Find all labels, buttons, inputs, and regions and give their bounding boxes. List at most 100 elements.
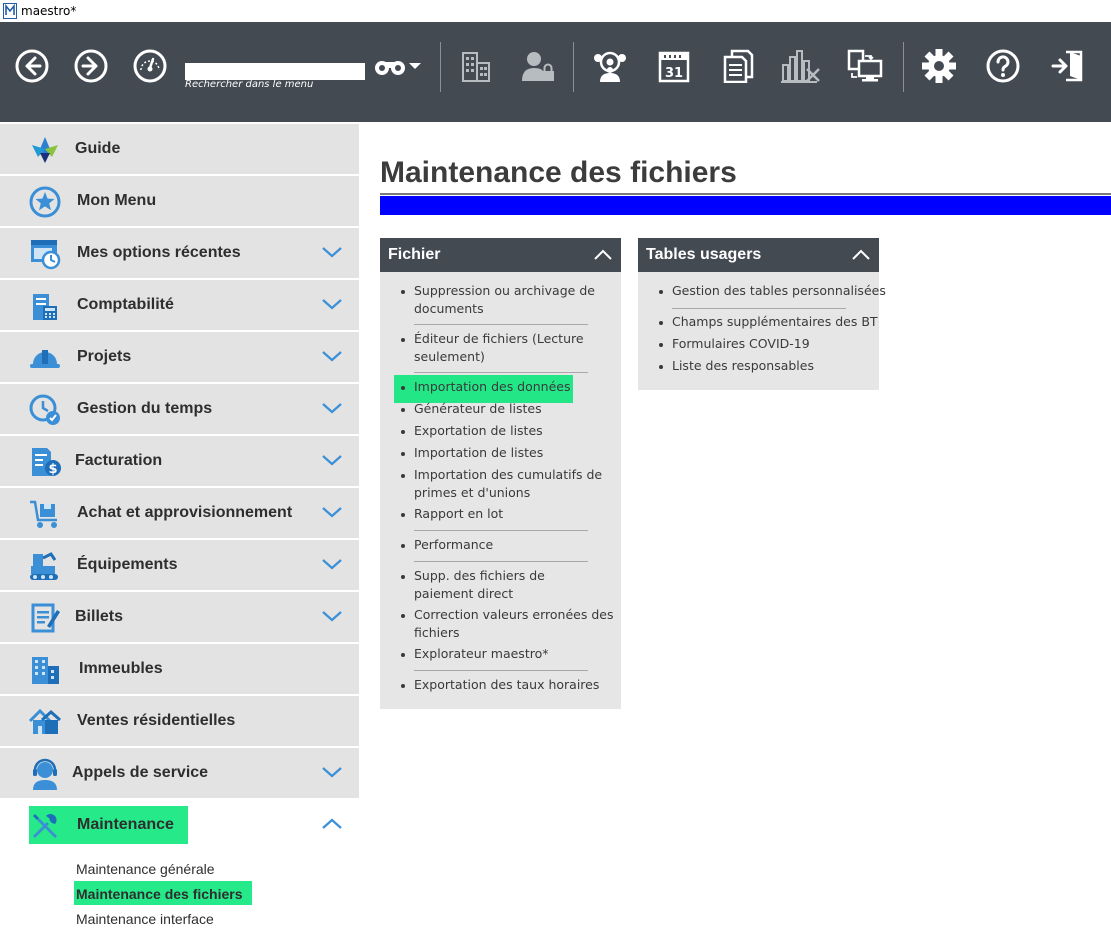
sidebar-item-label: Gestion du temps bbox=[77, 400, 213, 417]
ticket-icon bbox=[28, 602, 62, 634]
sidebar-item-ventes-residentielles[interactable]: Ventes résidentielles bbox=[0, 696, 359, 746]
chevron-down-icon[interactable] bbox=[321, 609, 343, 623]
link-champs-supplementaires[interactable]: Champs supplémentaires des BT bbox=[672, 313, 878, 331]
buildings-icon[interactable] bbox=[456, 46, 496, 86]
calendar-icon[interactable]: 31 bbox=[654, 46, 694, 86]
bullet bbox=[401, 290, 405, 294]
link-exportation-listes[interactable]: Exportation de listes bbox=[414, 422, 604, 440]
chart-icon[interactable] bbox=[781, 46, 821, 86]
link-importation-cumulatifs[interactable]: Importation des cumulatifs de primes et … bbox=[414, 466, 604, 502]
chevron-down-icon[interactable] bbox=[321, 453, 343, 467]
link-formulaires-covid[interactable]: Formulaires COVID-19 bbox=[672, 335, 872, 353]
title-divider bbox=[380, 193, 1111, 195]
link-exportation-taux-horaires[interactable]: Exportation des taux horaires bbox=[414, 676, 604, 694]
sidebar-item-label: Ventes résidentielles bbox=[77, 712, 236, 729]
link-separator bbox=[672, 308, 846, 309]
help-icon[interactable] bbox=[983, 46, 1023, 86]
sidebar-item-projets[interactable]: Projets bbox=[0, 332, 359, 382]
documents-icon[interactable] bbox=[718, 46, 758, 86]
sidebar-item-immeubles[interactable]: Immeubles bbox=[0, 644, 359, 694]
page-title: Maintenance des fichiers bbox=[380, 156, 737, 189]
link-importation-donnees[interactable]: Importation des données bbox=[414, 378, 604, 396]
menu-search: Rechercher dans le menu bbox=[185, 59, 365, 90]
forward-icon[interactable] bbox=[71, 46, 111, 86]
exit-icon[interactable] bbox=[1047, 46, 1087, 86]
link-editeur-fichiers[interactable]: Éditeur de fichiers (Lecture seulement) bbox=[414, 330, 594, 366]
subitem-maintenance-interface[interactable]: Maintenance interface bbox=[76, 911, 214, 927]
back-icon[interactable] bbox=[12, 46, 52, 86]
sidebar-item-label: Billets bbox=[75, 608, 124, 625]
team-icon[interactable] bbox=[590, 46, 630, 86]
link-gestion-tables[interactable]: Gestion des tables personnalisées bbox=[672, 282, 886, 300]
sidebar-item-mon-menu[interactable]: Mon Menu bbox=[0, 176, 359, 226]
subitem-maintenance-fichiers[interactable]: Maintenance des fichiers bbox=[76, 886, 243, 902]
sidebar: Guide Mon Menu Mes options récentes Comp… bbox=[0, 122, 361, 930]
chevron-down-icon[interactable] bbox=[321, 765, 343, 779]
link-separator bbox=[414, 530, 588, 531]
bullet bbox=[659, 321, 663, 325]
chevron-down-icon[interactable] bbox=[321, 297, 343, 311]
sidebar-item-label: Guide bbox=[75, 140, 121, 157]
chevron-down-icon[interactable] bbox=[321, 349, 343, 363]
link-correction-valeurs[interactable]: Correction valeurs erronées des fichiers bbox=[414, 606, 614, 642]
toolbar-separator bbox=[440, 42, 441, 92]
recent-icon bbox=[28, 238, 62, 270]
link-liste-responsables[interactable]: Liste des responsables bbox=[672, 357, 872, 375]
sidebar-item-comptabilite[interactable]: Comptabilité bbox=[0, 280, 359, 330]
bullet bbox=[659, 290, 663, 294]
search-hint: Rechercher dans le menu bbox=[185, 79, 314, 90]
hardhat-icon bbox=[28, 342, 62, 374]
panel-fichier: Fichier Suppression ou archivage de docu… bbox=[380, 238, 621, 709]
window-title: maestro* bbox=[21, 4, 77, 18]
chevron-up-icon[interactable] bbox=[321, 817, 343, 831]
search-input[interactable] bbox=[185, 62, 365, 80]
sidebar-item-label: Projets bbox=[77, 348, 132, 365]
bullet bbox=[401, 575, 405, 579]
svg-text:$: $ bbox=[48, 462, 57, 477]
link-supp-paiement-direct[interactable]: Supp. des fichiers de paiement direct bbox=[414, 567, 604, 603]
bullet bbox=[401, 474, 405, 478]
link-generateur-listes[interactable]: Générateur de listes bbox=[414, 400, 604, 418]
link-separator bbox=[414, 324, 588, 325]
chevron-down-icon[interactable] bbox=[321, 505, 343, 519]
gear-icon[interactable] bbox=[919, 46, 959, 86]
accent-bar bbox=[380, 196, 1111, 215]
bullet bbox=[401, 452, 405, 456]
sidebar-item-gestion-temps[interactable]: Gestion du temps bbox=[0, 384, 359, 434]
link-rapport-lot[interactable]: Rapport en lot bbox=[414, 505, 604, 523]
sidebar-item-equipements[interactable]: Équipements bbox=[0, 540, 359, 590]
sidebar-item-guide[interactable]: Guide bbox=[0, 124, 359, 174]
sidebar-item-facturation[interactable]: $ Facturation bbox=[0, 436, 359, 486]
sidebar-item-label: Mes options récentes bbox=[77, 244, 241, 261]
link-suppression-archivage[interactable]: Suppression ou archivage de documents bbox=[414, 282, 604, 318]
dropdown-icon[interactable] bbox=[404, 46, 426, 86]
subitem-maintenance-generale[interactable]: Maintenance générale bbox=[76, 861, 215, 877]
link-separator bbox=[414, 372, 588, 373]
link-importation-listes[interactable]: Importation de listes bbox=[414, 444, 604, 462]
star-icon bbox=[28, 186, 62, 218]
sidebar-item-achat[interactable]: Achat et approvisionnement bbox=[0, 488, 359, 538]
panel-header: Fichier bbox=[380, 238, 621, 272]
link-explorateur-maestro[interactable]: Explorateur maestro* bbox=[414, 645, 604, 663]
sidebar-item-recent[interactable]: Mes options récentes bbox=[0, 228, 359, 278]
chevron-down-icon[interactable] bbox=[321, 557, 343, 571]
bullet bbox=[401, 408, 405, 412]
chevron-down-icon[interactable] bbox=[321, 245, 343, 259]
headset-icon bbox=[28, 758, 62, 790]
sidebar-item-appels-service[interactable]: Appels de service bbox=[0, 748, 359, 798]
sidebar-item-label: Immeubles bbox=[79, 660, 163, 677]
equipment-icon bbox=[28, 550, 62, 582]
main-toolbar: Rechercher dans le menu 31 bbox=[0, 22, 1111, 122]
chevron-down-icon[interactable] bbox=[321, 401, 343, 415]
sidebar-item-label: Maintenance bbox=[77, 816, 174, 833]
app-icon bbox=[3, 3, 17, 19]
dashboard-icon[interactable] bbox=[130, 46, 170, 86]
chevron-up-icon[interactable] bbox=[851, 248, 871, 262]
toolbar-separator bbox=[573, 42, 574, 92]
link-performance[interactable]: Performance bbox=[414, 536, 604, 554]
chevron-up-icon[interactable] bbox=[593, 248, 613, 262]
user-lock-icon[interactable] bbox=[518, 46, 558, 86]
sidebar-item-maintenance[interactable]: Maintenance bbox=[0, 800, 359, 850]
monitor-sync-icon[interactable] bbox=[845, 46, 885, 86]
sidebar-item-billets[interactable]: Billets bbox=[0, 592, 359, 642]
